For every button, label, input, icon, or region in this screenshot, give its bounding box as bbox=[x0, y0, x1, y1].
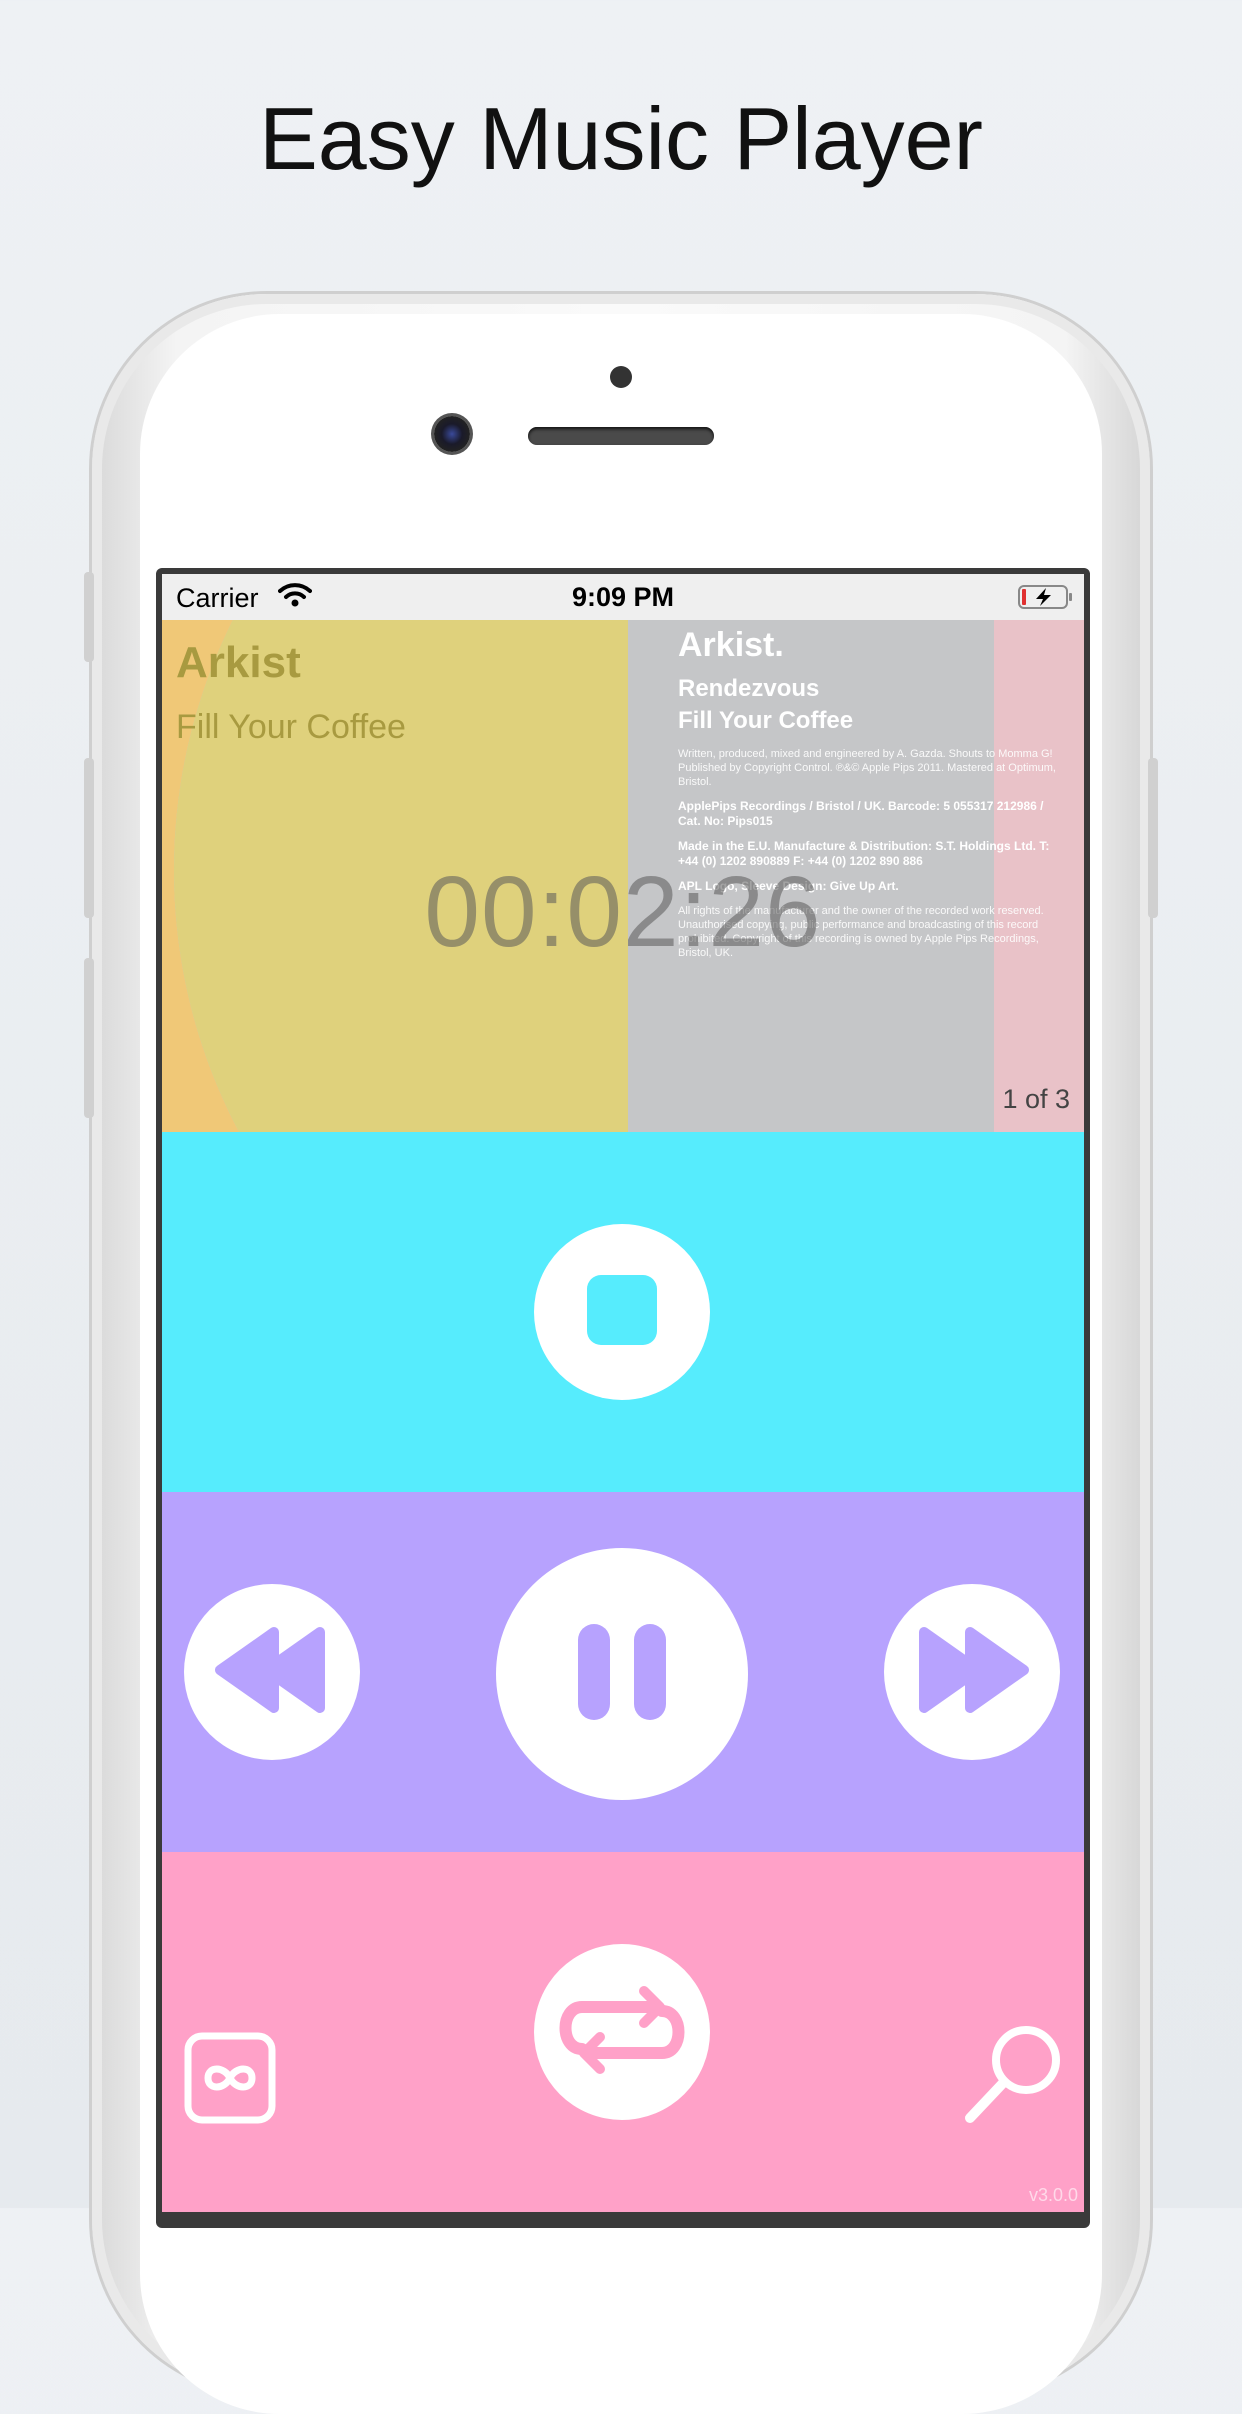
stop-band bbox=[162, 1132, 1084, 1492]
power-button bbox=[1148, 758, 1158, 918]
sleeve-line-1: Rendezvous bbox=[678, 675, 820, 702]
track-position: 1 of 3 bbox=[1002, 1084, 1070, 1114]
earpiece-speaker bbox=[528, 427, 714, 445]
search-icon bbox=[962, 2026, 1066, 2130]
options-band: v3.0.0 bbox=[162, 1852, 1084, 2212]
stop-icon bbox=[585, 1273, 659, 1352]
headline: Easy Music Player bbox=[259, 89, 983, 188]
infinite-play-button[interactable] bbox=[184, 2032, 276, 2129]
sleeve-title: Arkist. bbox=[678, 626, 784, 664]
rewind-button[interactable] bbox=[184, 1584, 360, 1760]
volume-down-button bbox=[84, 958, 94, 1118]
pause-button[interactable] bbox=[496, 1548, 748, 1800]
battery-charging-icon bbox=[1018, 584, 1074, 615]
silent-switch bbox=[84, 572, 94, 662]
proximity-sensor bbox=[610, 366, 632, 388]
version-label: v3.0.0 bbox=[1028, 2185, 1078, 2205]
pause-icon bbox=[574, 1623, 670, 1725]
playback-band bbox=[162, 1492, 1084, 1852]
sleeve-credits: Written, produced, mixed and engineered … bbox=[678, 748, 1056, 788]
front-camera bbox=[434, 416, 470, 452]
clock: 9:09 PM bbox=[571, 582, 675, 612]
volume-up-button bbox=[84, 758, 94, 918]
fast-forward-icon bbox=[912, 1624, 1032, 1721]
fast-forward-button[interactable] bbox=[884, 1584, 1060, 1760]
now-playing-panel[interactable]: Arkist. Rendezvous Fill Your Coffee Writ… bbox=[162, 620, 1084, 1132]
rewind-icon bbox=[212, 1624, 332, 1721]
sleeve-label: ApplePips Recordings / Bristol / UK. Bar… bbox=[678, 799, 1044, 828]
artist-name: Arkist bbox=[176, 638, 301, 687]
repeat-button[interactable] bbox=[534, 1944, 710, 2120]
repeat-icon bbox=[552, 1985, 692, 2080]
stop-button[interactable] bbox=[534, 1224, 710, 1400]
sleeve-line-2: Fill Your Coffee bbox=[678, 707, 854, 734]
search-button[interactable] bbox=[962, 2022, 1066, 2131]
status-bar: Carrier 9:09 PM bbox=[162, 574, 1084, 620]
song-title: Fill Your Coffee bbox=[176, 708, 406, 746]
infinity-icon bbox=[184, 2032, 276, 2128]
elapsed-time: 00:02:26 bbox=[424, 856, 822, 968]
